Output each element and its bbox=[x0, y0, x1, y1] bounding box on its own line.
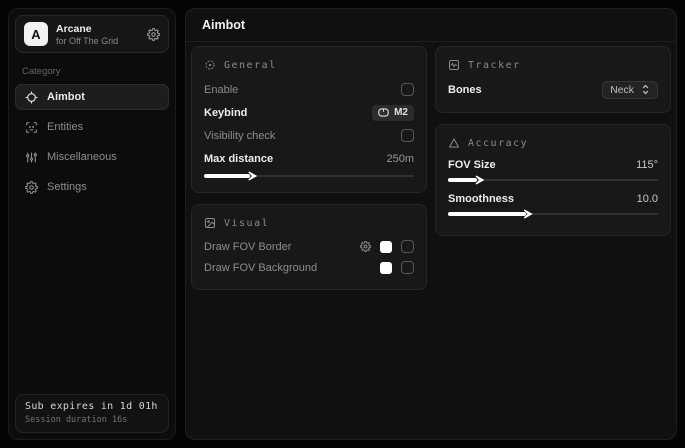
section-title: Accuracy bbox=[468, 138, 528, 149]
bones-selected-value: Neck bbox=[610, 84, 634, 96]
visibility-check-label: Visibility check bbox=[204, 130, 275, 142]
app-name: Arcane bbox=[56, 23, 118, 35]
tracker-scan-icon bbox=[448, 59, 460, 71]
fov-border-checkbox[interactable] bbox=[401, 240, 414, 253]
enable-row: Enable bbox=[204, 78, 414, 101]
fov-border-color-swatch[interactable] bbox=[380, 241, 392, 253]
smoothness-row: Smoothness 10.0 bbox=[448, 190, 658, 208]
slider-thumb[interactable] bbox=[248, 172, 257, 181]
image-icon bbox=[204, 217, 216, 229]
smoothness-label: Smoothness bbox=[448, 193, 514, 205]
app-logo: A bbox=[24, 22, 48, 46]
bones-label: Bones bbox=[448, 84, 482, 96]
gear-icon[interactable] bbox=[360, 241, 371, 252]
app-window: A Arcane for Off The Grid Category bbox=[0, 0, 685, 448]
sliders-icon bbox=[25, 151, 38, 164]
session-duration-text: Session duration 16s bbox=[25, 415, 159, 425]
smoothness-slider[interactable] bbox=[448, 209, 658, 219]
sidebar-item-settings[interactable]: Settings bbox=[15, 174, 169, 200]
slider-fill bbox=[204, 174, 250, 178]
enable-label: Enable bbox=[204, 84, 238, 96]
sidebar-item-label: Miscellaneous bbox=[47, 151, 117, 163]
sidebar-item-entities[interactable]: Entities bbox=[15, 114, 169, 140]
sub-expires-text: Sub expires in 1d 01h bbox=[25, 401, 159, 412]
section-title: Tracker bbox=[468, 60, 521, 71]
fov-size-row: FOV Size 115° bbox=[448, 156, 658, 174]
fov-size-label: FOV Size bbox=[448, 159, 496, 171]
keybind-label: Keybind bbox=[204, 107, 247, 119]
slider-thumb[interactable] bbox=[475, 176, 484, 185]
mouse-icon bbox=[378, 108, 389, 117]
max-distance-slider[interactable] bbox=[204, 171, 414, 181]
fov-background-row: Draw FOV Background bbox=[204, 257, 414, 278]
sidebar-item-label: Entities bbox=[47, 121, 83, 133]
fov-border-label: Draw FOV Border bbox=[204, 241, 291, 253]
page-title: Aimbot bbox=[202, 18, 245, 32]
main-header: Aimbot bbox=[186, 9, 676, 42]
general-section: General Enable Keybind bbox=[191, 46, 427, 193]
keybind-value: M2 bbox=[394, 107, 408, 118]
enable-checkbox[interactable] bbox=[401, 83, 414, 96]
slider-thumb[interactable] bbox=[524, 210, 533, 219]
sidebar-item-aimbot[interactable]: Aimbot bbox=[15, 84, 169, 110]
accuracy-section: Accuracy FOV Size 115° bbox=[435, 124, 671, 236]
crosshair-dashed-icon bbox=[204, 59, 216, 71]
fov-background-label: Draw FOV Background bbox=[204, 262, 317, 274]
visibility-check-row: Visibility check bbox=[204, 124, 414, 147]
visual-section: Visual Draw FOV Border bbox=[191, 204, 427, 290]
bones-row: Bones Neck bbox=[448, 78, 658, 101]
sidebar-item-label: Aimbot bbox=[47, 91, 85, 103]
logo-card: A Arcane for Off The Grid bbox=[15, 15, 169, 53]
fov-size-value: 115° bbox=[636, 159, 658, 171]
tracker-section: Tracker Bones Neck bbox=[435, 46, 671, 113]
slider-fill bbox=[448, 212, 526, 216]
fov-background-checkbox[interactable] bbox=[401, 261, 414, 274]
section-title: Visual bbox=[224, 218, 269, 229]
entities-scan-icon bbox=[25, 121, 38, 134]
app-subtitle: for Off The Grid bbox=[56, 36, 118, 46]
main-panel: Aimbot General Enable bbox=[185, 8, 677, 440]
triangle-icon bbox=[448, 137, 460, 149]
max-distance-value: 250m bbox=[386, 153, 414, 165]
gear-icon bbox=[25, 181, 38, 194]
visibility-check-checkbox[interactable] bbox=[401, 129, 414, 142]
keybind-button[interactable]: M2 bbox=[372, 105, 414, 121]
fov-size-slider[interactable] bbox=[448, 175, 658, 185]
fov-border-row: Draw FOV Border bbox=[204, 236, 414, 257]
chevron-up-down-icon bbox=[641, 84, 650, 95]
category-label: Category bbox=[22, 66, 163, 77]
fov-background-color-swatch[interactable] bbox=[380, 262, 392, 274]
keybind-row: Keybind M2 bbox=[204, 101, 414, 124]
subscription-status-card: Sub expires in 1d 01h Session duration 1… bbox=[15, 394, 169, 433]
sidebar-item-label: Settings bbox=[47, 181, 87, 193]
smoothness-value: 10.0 bbox=[637, 193, 658, 205]
slider-fill bbox=[448, 178, 477, 182]
max-distance-label: Max distance bbox=[204, 153, 273, 165]
gear-icon[interactable] bbox=[147, 28, 160, 41]
crosshair-icon bbox=[25, 91, 38, 104]
section-title: General bbox=[224, 60, 277, 71]
max-distance-row: Max distance 250m bbox=[204, 147, 414, 170]
sidebar-item-miscellaneous[interactable]: Miscellaneous bbox=[15, 144, 169, 170]
sidebar: A Arcane for Off The Grid Category bbox=[8, 8, 176, 440]
bones-select[interactable]: Neck bbox=[602, 81, 658, 99]
